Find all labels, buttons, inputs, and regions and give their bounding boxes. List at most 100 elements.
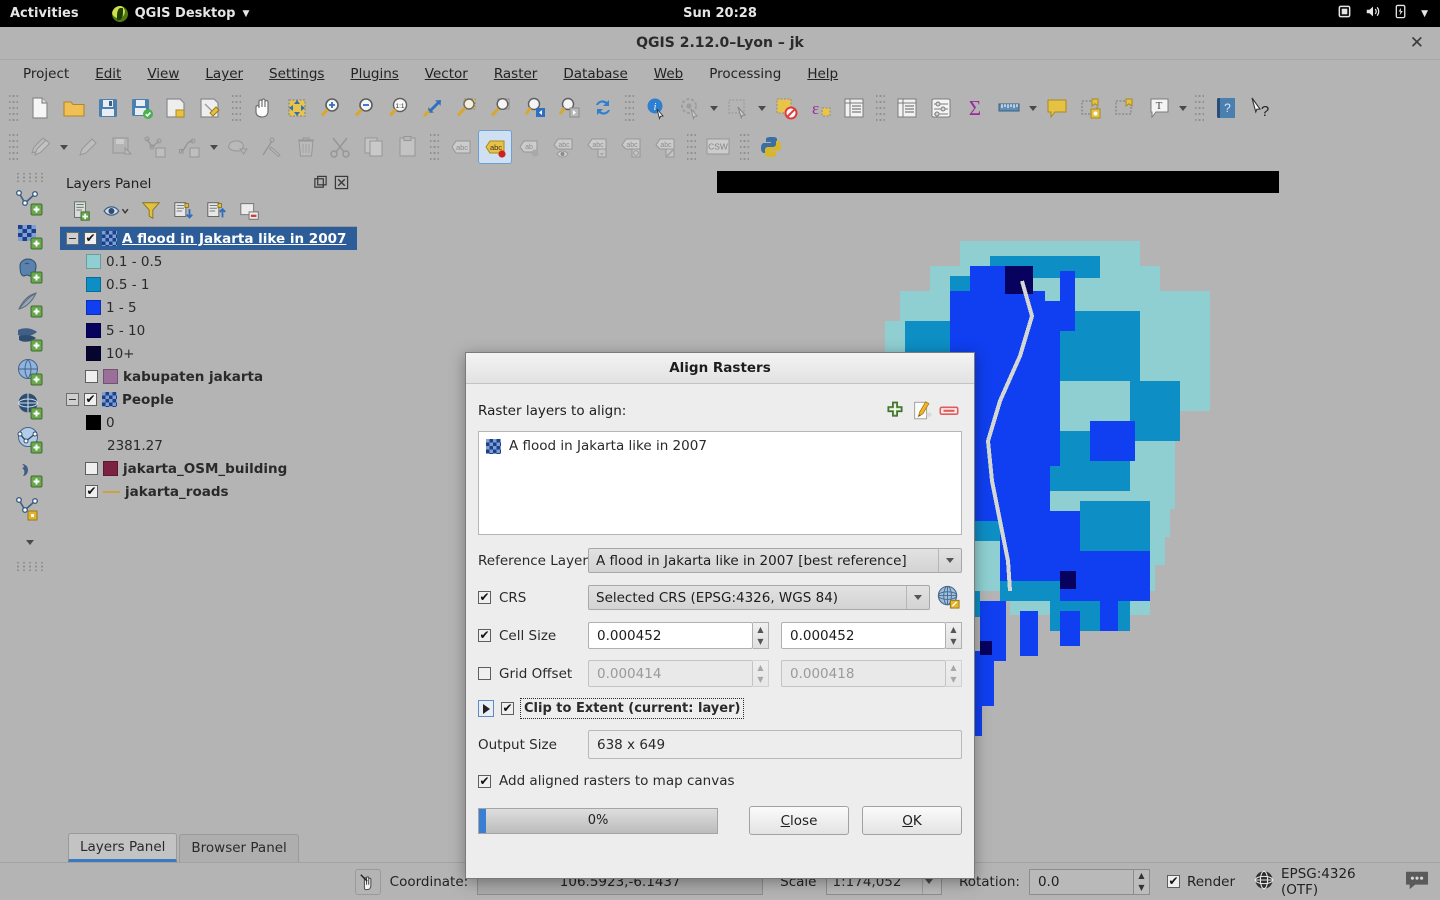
raster-layers-list[interactable]: A flood in Jakarta like in 2007 — [478, 431, 962, 535]
battery-icon[interactable] — [1394, 4, 1408, 23]
add-wms-layer-icon[interactable] — [13, 355, 47, 389]
reference-layer-select[interactable]: A flood in Jakarta like in 2007 [best re… — [588, 548, 962, 573]
legend-row[interactable]: 0.1 - 0.5 — [60, 250, 357, 273]
new-project-icon[interactable] — [23, 91, 57, 125]
deselect-all-icon[interactable] — [769, 91, 803, 125]
remove-layer-icon[interactable] — [235, 198, 265, 224]
map-tips-icon[interactable] — [1040, 91, 1074, 125]
measure-icon[interactable] — [992, 91, 1026, 125]
menu-raster[interactable]: Raster — [483, 63, 549, 85]
sum-icon[interactable]: Σ — [958, 91, 992, 125]
crs-checkbox[interactable] — [478, 591, 491, 604]
raster-list-item[interactable]: A flood in Jakarta like in 2007 — [486, 438, 954, 454]
render-toggle[interactable]: Render — [1167, 874, 1235, 890]
app-menu-button[interactable]: QGIS Desktop ▼ — [112, 6, 250, 22]
open-table-icon[interactable] — [890, 91, 924, 125]
add-line-feature-icon[interactable] — [173, 130, 207, 164]
grid-offset-x-input[interactable]: 0.000414 — [588, 660, 753, 687]
menu-view[interactable]: View — [136, 63, 190, 85]
label-icon[interactable]: abc — [444, 130, 478, 164]
paste-features-icon[interactable] — [391, 130, 425, 164]
menu-processing[interactable]: Processing — [698, 63, 792, 85]
layer-row-jakarta-osm-building[interactable]: jakarta_OSM_building — [60, 457, 357, 480]
cell-size-x-input[interactable]: 0.000452 — [588, 622, 753, 649]
open-attribute-table-icon[interactable] — [837, 91, 871, 125]
zoom-to-layer-icon[interactable] — [484, 91, 518, 125]
cell-size-y-stepper[interactable]: ▲▼ — [946, 622, 962, 649]
layer-visibility-checkbox[interactable] — [84, 393, 97, 406]
rotation-stepper[interactable]: ▲▼ — [1134, 869, 1150, 895]
zoom-in-icon[interactable] — [314, 91, 348, 125]
layer-visibility-checkbox[interactable] — [85, 485, 98, 498]
rotate-label-icon[interactable]: abc — [614, 130, 648, 164]
zoom-last-icon[interactable] — [518, 91, 552, 125]
add-raster-layer-icon[interactable] — [13, 219, 47, 253]
activities-button[interactable]: Activities — [10, 6, 79, 21]
zoom-next-icon[interactable] — [552, 91, 586, 125]
coordinate-capture-icon[interactable] — [355, 869, 381, 895]
show-hide-labels-icon[interactable]: abc — [546, 130, 580, 164]
legend-row[interactable]: 5 - 10 — [60, 319, 357, 342]
change-label-icon[interactable]: abc — [648, 130, 682, 164]
layer-labeling-options-icon[interactable]: abc — [478, 130, 512, 164]
chevron-down-icon[interactable] — [1026, 91, 1040, 125]
grid-offset-x-stepper[interactable]: ▲▼ — [753, 660, 769, 687]
edit-raster-icon[interactable] — [908, 398, 935, 423]
menu-edit[interactable]: Edit — [84, 63, 132, 85]
zoom-to-selection-icon[interactable] — [450, 91, 484, 125]
chevron-down-icon[interactable] — [755, 91, 769, 125]
add-feature-icon[interactable] — [139, 130, 173, 164]
expand-clip-extent-button[interactable] — [478, 700, 494, 717]
stepper-down-icon[interactable]: ▼ — [946, 674, 961, 687]
layer-row-flood-raster[interactable]: − A flood in Jakarta like in 2007 — [60, 227, 357, 250]
stepper-down-icon[interactable]: ▼ — [1134, 882, 1149, 894]
crs-select[interactable]: Selected CRS (EPSG:4326, WGS 84) — [588, 585, 930, 610]
add-delimited-text-layer-icon[interactable] — [13, 457, 47, 491]
stepper-up-icon[interactable]: ▲ — [753, 623, 768, 636]
select-features-icon[interactable] — [721, 91, 755, 125]
help-contents-icon[interactable]: ? — [1209, 91, 1243, 125]
filter-legend-icon[interactable] — [136, 198, 166, 224]
screen-icon[interactable] — [1337, 4, 1352, 23]
manage-visibility-icon[interactable] — [99, 198, 133, 224]
composer-manager-icon[interactable] — [193, 91, 227, 125]
delete-selected-icon[interactable] — [289, 130, 323, 164]
add-aligned-checkbox[interactable] — [478, 775, 491, 788]
expand-all-icon[interactable] — [169, 198, 199, 224]
stepper-down-icon[interactable]: ▼ — [946, 636, 961, 649]
layer-row-kabupaten-jakarta[interactable]: kabupaten jakarta — [60, 365, 357, 388]
tab-layers-panel[interactable]: Layers Panel — [68, 833, 177, 862]
copy-features-icon[interactable] — [357, 130, 391, 164]
csw-icon[interactable]: CSW — [701, 130, 735, 164]
menu-database[interactable]: Database — [552, 63, 638, 85]
save-layer-edits-icon[interactable] — [105, 130, 139, 164]
new-shapefile-layer-icon[interactable] — [13, 491, 47, 525]
remove-raster-icon[interactable] — [935, 398, 962, 423]
zoom-full-icon[interactable] — [416, 91, 450, 125]
grid-offset-checkbox[interactable] — [478, 667, 491, 680]
rotation-spinbox[interactable]: 0.0 ▲▼ — [1029, 869, 1150, 895]
stepper-up-icon[interactable]: ▲ — [946, 661, 961, 674]
pin-labels-icon[interactable]: ab — [512, 130, 546, 164]
cell-size-y-input[interactable]: 0.000452 — [781, 622, 946, 649]
undock-icon[interactable] — [313, 175, 330, 192]
close-panel-icon[interactable] — [334, 175, 351, 192]
legend-row[interactable]: 1 - 5 — [60, 296, 357, 319]
layer-row-jakarta-roads[interactable]: jakarta_roads — [60, 480, 357, 503]
add-raster-icon[interactable] — [881, 398, 908, 423]
messages-icon[interactable] — [1404, 869, 1430, 895]
legend-row[interactable]: 0 — [60, 411, 357, 434]
current-edits-icon[interactable] — [23, 130, 57, 164]
whats-this-icon[interactable]: ? — [1243, 91, 1277, 125]
cut-features-icon[interactable] — [323, 130, 357, 164]
collapse-all-icon[interactable] — [202, 198, 232, 224]
add-group-icon[interactable] — [66, 198, 96, 224]
add-spatialite-layer-icon[interactable] — [13, 287, 47, 321]
new-bookmark-icon[interactable] — [1074, 91, 1108, 125]
node-tool-icon[interactable] — [255, 130, 289, 164]
menu-plugins[interactable]: Plugins — [339, 63, 409, 85]
field-calculator-icon[interactable]: ε — [803, 91, 837, 125]
grid-offset-y-input[interactable]: 0.000418 — [781, 660, 946, 687]
zoom-out-icon[interactable] — [348, 91, 382, 125]
select-crs-globe-icon[interactable] — [934, 584, 962, 611]
